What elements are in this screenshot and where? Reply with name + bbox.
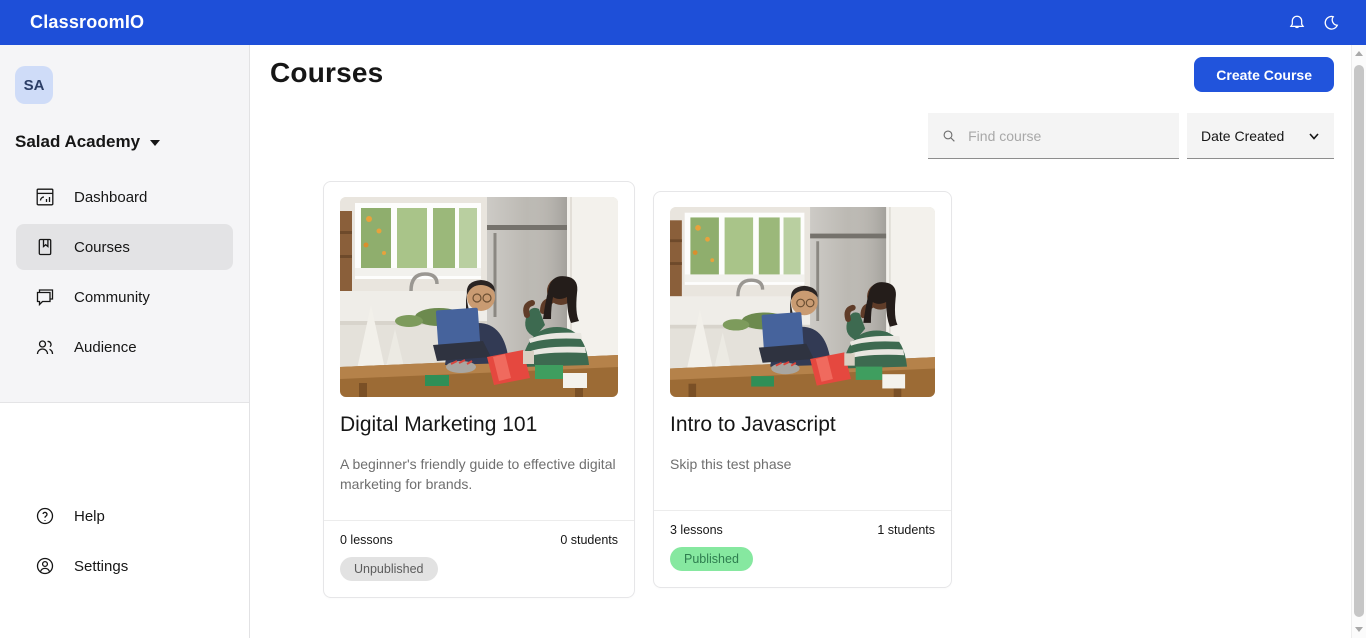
sidebar-item-label: Community — [74, 289, 150, 306]
sidebar-footer-section: Help Settings — [0, 403, 249, 589]
course-title: Digital Marketing 101 — [340, 413, 618, 437]
students-count: 1 students — [877, 523, 935, 537]
sidebar-main-section: SA Salad Academy Dashboard Courses Commu… — [0, 45, 249, 403]
course-card[interactable]: Digital Marketing 101 A beginner's frien… — [323, 181, 635, 598]
scrollbar-down-arrow[interactable] — [1355, 627, 1363, 632]
course-description: A beginner's friendly guide to effective… — [340, 454, 618, 495]
help-question-icon — [35, 506, 55, 526]
course-card-footer: 0 lessons 0 students Unpublished — [324, 520, 634, 597]
main-content: Courses Create Course Date Created Digit… — [250, 45, 1351, 638]
dark-mode-moon-icon[interactable] — [1322, 14, 1340, 32]
sidebar: SA Salad Academy Dashboard Courses Commu… — [0, 45, 250, 638]
search-input[interactable] — [968, 128, 1165, 144]
search-icon — [942, 128, 956, 144]
chevron-down-icon — [1308, 130, 1320, 142]
sort-dropdown[interactable]: Date Created — [1187, 113, 1334, 159]
sidebar-item-settings[interactable]: Settings — [16, 543, 233, 589]
sidebar-item-dashboard[interactable]: Dashboard — [16, 174, 233, 220]
sidebar-item-courses[interactable]: Courses — [16, 224, 233, 270]
user-circle-icon — [35, 556, 55, 576]
chat-bubbles-icon — [35, 287, 55, 307]
create-course-button[interactable]: Create Course — [1194, 57, 1334, 92]
org-avatar[interactable]: SA — [15, 66, 53, 104]
lessons-count: 3 lessons — [670, 523, 723, 537]
sidebar-item-help[interactable]: Help — [16, 493, 233, 539]
sidebar-item-label: Help — [74, 508, 105, 525]
course-title: Intro to Javascript — [670, 413, 935, 437]
scrollbar-up-arrow[interactable] — [1355, 51, 1363, 56]
students-count: 0 students — [560, 533, 618, 547]
app-logo: ClassroomIO — [30, 12, 144, 33]
sidebar-item-label: Audience — [74, 339, 137, 356]
course-cover-image — [670, 207, 935, 397]
sort-selected-value: Date Created — [1201, 128, 1284, 144]
course-card-grid: Digital Marketing 101 A beginner's frien… — [323, 181, 1334, 598]
sidebar-item-label: Courses — [74, 239, 130, 256]
org-switcher[interactable]: Salad Academy — [15, 132, 249, 152]
dashboard-icon — [35, 187, 55, 207]
notification-bell-icon[interactable] — [1288, 14, 1306, 32]
courses-book-icon — [35, 237, 55, 257]
course-card-body: Digital Marketing 101 A beginner's frien… — [324, 182, 634, 520]
course-card-footer: 3 lessons 1 students Published — [654, 510, 951, 587]
course-description: Skip this test phase — [670, 454, 935, 474]
courses-toolbar: Date Created — [270, 113, 1334, 159]
org-name: Salad Academy — [15, 132, 140, 152]
page-header: Courses Create Course — [270, 57, 1334, 92]
lessons-count: 0 lessons — [340, 533, 393, 547]
sidebar-item-audience[interactable]: Audience — [16, 324, 233, 370]
course-card[interactable]: Intro to Javascript Skip this test phase… — [653, 191, 952, 588]
top-bar: ClassroomIO — [0, 0, 1366, 45]
sidebar-item-label: Settings — [74, 558, 128, 575]
course-card-body: Intro to Javascript Skip this test phase — [654, 192, 951, 510]
status-badge: Published — [670, 547, 753, 571]
sidebar-nav: Dashboard Courses Community Audience — [0, 174, 249, 370]
status-badge: Unpublished — [340, 557, 438, 581]
scrollbar[interactable] — [1351, 45, 1366, 638]
page-title: Courses — [270, 57, 383, 89]
topbar-icons — [1288, 14, 1340, 32]
course-stats: 0 lessons 0 students — [340, 533, 618, 547]
scrollbar-thumb[interactable] — [1354, 65, 1364, 617]
sidebar-item-community[interactable]: Community — [16, 274, 233, 320]
course-cover-image — [340, 197, 618, 397]
sidebar-item-label: Dashboard — [74, 189, 147, 206]
caret-down-icon — [150, 140, 160, 146]
people-icon — [35, 337, 55, 357]
course-stats: 3 lessons 1 students — [670, 523, 935, 537]
course-search[interactable] — [928, 113, 1179, 159]
